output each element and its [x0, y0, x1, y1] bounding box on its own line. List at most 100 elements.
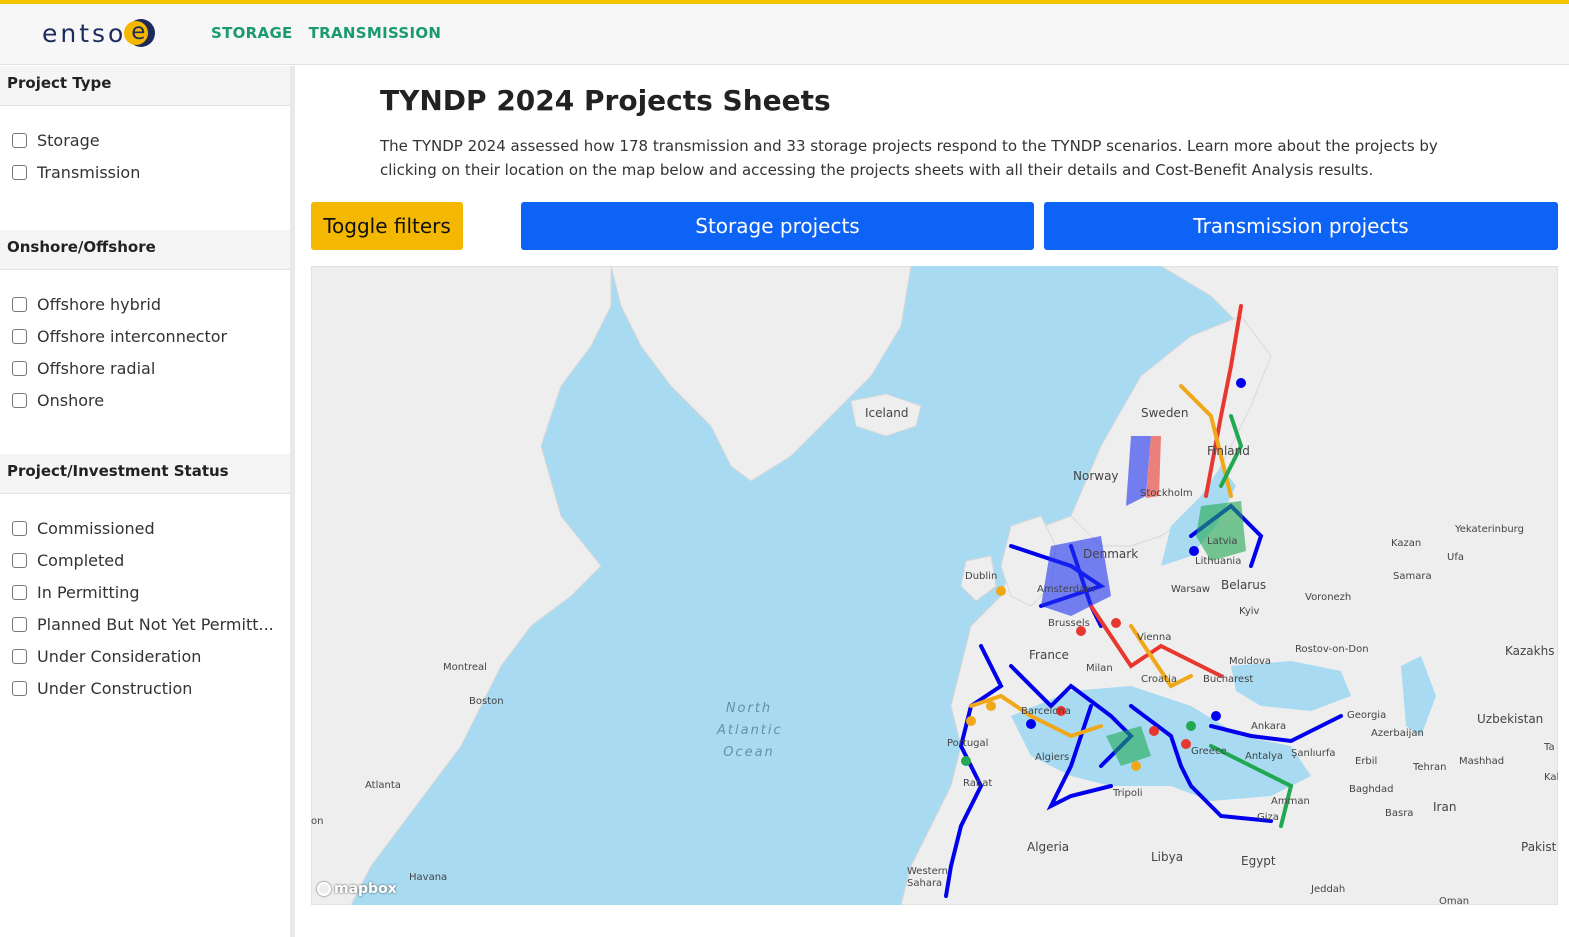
filter-option-offshore-interconnector[interactable]: Offshore interconnector: [12, 320, 278, 352]
option-label: Under Consideration: [37, 646, 202, 666]
map-label-georgia: Georgia: [1347, 710, 1387, 721]
map-label-finland: Finland: [1207, 444, 1250, 458]
map-label-dublin: Dublin: [965, 571, 998, 582]
ocean-line-2: Atlantic: [717, 723, 783, 738]
point-storage: [966, 716, 976, 726]
point-offshore: [1189, 546, 1199, 556]
map-label-amsterdam: Amsterdam: [1037, 584, 1096, 595]
checkbox[interactable]: [12, 648, 27, 664]
nav-link-storage[interactable]: STORAGE: [211, 24, 293, 42]
map-label-mashhad: Mashhad: [1459, 756, 1505, 767]
checkbox[interactable]: [12, 132, 27, 148]
map-label-moldova: Moldova: [1229, 656, 1272, 667]
map-label-jeddah: Jeddah: [1311, 884, 1346, 895]
point-storage: [996, 586, 1006, 596]
map-label-stockholm: Stockholm: [1140, 488, 1193, 499]
point-offshore: [1026, 719, 1036, 729]
point-onshore: [1181, 739, 1191, 749]
filter-section-status: Project/Investment Status Commissioned C…: [0, 454, 290, 704]
map-canvas[interactable]: [311, 266, 1558, 905]
map-label-greece: Greece: [1191, 746, 1227, 757]
filter-option-under-construction[interactable]: Under Construction: [12, 672, 278, 704]
map-label-atlanta: Atlanta: [365, 780, 401, 791]
map-label-oman: Oman: [1439, 896, 1470, 905]
point-offshore: [1211, 711, 1221, 721]
map-label-kazan: Kazan: [1391, 538, 1422, 549]
checkbox[interactable]: [12, 680, 27, 696]
storage-projects-button[interactable]: Storage projects: [521, 202, 1034, 250]
checkbox[interactable]: [12, 360, 27, 376]
main-content: TYNDP 2024 Projects Sheets The TYNDP 202…: [300, 66, 1569, 937]
map-label-iran: Iran: [1433, 800, 1457, 814]
page-title: TYNDP 2024 Projects Sheets: [380, 84, 831, 117]
intro-text: The TYNDP 2024 assessed how 178 transmis…: [380, 137, 1438, 179]
checkbox[interactable]: [12, 392, 27, 408]
nav-link-transmission[interactable]: TRANSMISSION: [309, 24, 442, 42]
point-onshore: [1111, 618, 1121, 628]
transmission-projects-button[interactable]: Transmission projects: [1044, 202, 1558, 250]
map-label-belarus: Belarus: [1221, 578, 1267, 592]
option-label: Offshore radial: [37, 358, 156, 378]
map-label-baghdad: Baghdad: [1349, 784, 1394, 795]
checkbox[interactable]: [12, 616, 27, 632]
map-label-uzbekistan: Uzbekistan: [1477, 712, 1544, 726]
map-label-voronezh: Voronezh: [1305, 592, 1352, 603]
mapbox-text: mapbox: [334, 881, 397, 897]
map-label-basra: Basra: [1385, 808, 1414, 819]
section-title: Project Type: [0, 66, 290, 106]
option-label: In Permitting: [37, 582, 140, 602]
map-label-egypt: Egypt: [1241, 854, 1276, 868]
filter-option-storage[interactable]: Storage: [12, 124, 278, 156]
checkbox[interactable]: [12, 296, 27, 312]
checkbox[interactable]: [12, 584, 27, 600]
logo-text: entso: [42, 18, 127, 48]
map-label-kyiv: Kyiv: [1239, 606, 1260, 617]
map-label-tehran: Tehran: [1413, 762, 1447, 773]
map-label-vienna: Vienna: [1137, 632, 1172, 643]
projects-map[interactable]: Iceland Sweden Finland Norway Stockholm …: [311, 266, 1558, 905]
map-label-france: France: [1029, 648, 1069, 662]
map-label-sweden: Sweden: [1141, 406, 1189, 420]
point-completed: [1186, 721, 1196, 731]
map-label-ufa: Ufa: [1447, 552, 1464, 563]
filter-option-offshore-hybrid[interactable]: Offshore hybrid: [12, 288, 278, 320]
option-label: Offshore hybrid: [37, 294, 161, 314]
map-label-kal: Kal: [1544, 772, 1558, 783]
checkbox[interactable]: [12, 552, 27, 568]
filter-option-completed[interactable]: Completed: [12, 544, 278, 576]
entsoe-logo[interactable]: entso e: [42, 16, 156, 50]
filter-option-onshore[interactable]: Onshore: [12, 384, 278, 416]
logo-e-letter: e: [131, 19, 146, 45]
map-label-on: on: [311, 816, 324, 827]
map-label-samara: Samara: [1393, 571, 1432, 582]
filter-option-transmission[interactable]: Transmission: [12, 156, 278, 188]
option-label: Commissioned: [37, 518, 155, 538]
point-storage: [1131, 761, 1141, 771]
checkbox[interactable]: [12, 328, 27, 344]
filter-option-planned[interactable]: Planned But Not Yet Permitt...: [12, 608, 278, 640]
checkbox[interactable]: [12, 164, 27, 180]
map-label-milan: Milan: [1086, 663, 1113, 674]
filter-option-commissioned[interactable]: Commissioned: [12, 512, 278, 544]
checkbox[interactable]: [12, 520, 27, 536]
map-label-ankara: Ankara: [1251, 721, 1287, 732]
option-label: Completed: [37, 550, 125, 570]
map-label-antalya: Antalya: [1245, 751, 1284, 762]
map-label-croatia: Croatia: [1141, 674, 1177, 685]
ocean-line-3: Ocean: [723, 745, 775, 760]
map-label-amman: Amman: [1271, 796, 1310, 807]
landmass-north-america: [311, 266, 612, 905]
option-label: Transmission: [37, 162, 141, 182]
map-label-azerbaijan: Azerbaijan: [1371, 728, 1424, 739]
map-label-erbil: Erbil: [1355, 756, 1378, 767]
toggle-filters-button[interactable]: Toggle filters: [311, 202, 463, 250]
map-label-denmark: Denmark: [1083, 547, 1139, 561]
mapbox-attribution[interactable]: mapbox: [317, 881, 397, 897]
filter-option-in-permitting[interactable]: In Permitting: [12, 576, 278, 608]
filter-option-under-consideration[interactable]: Under Consideration: [12, 640, 278, 672]
filter-option-offshore-radial[interactable]: Offshore radial: [12, 352, 278, 384]
map-label-rabat: Rabat: [963, 778, 993, 789]
map-label-ocean: North Atlantic Ocean: [717, 698, 781, 764]
map-label-bucharest: Bucharest: [1203, 674, 1254, 685]
map-label-libya: Libya: [1151, 850, 1184, 864]
